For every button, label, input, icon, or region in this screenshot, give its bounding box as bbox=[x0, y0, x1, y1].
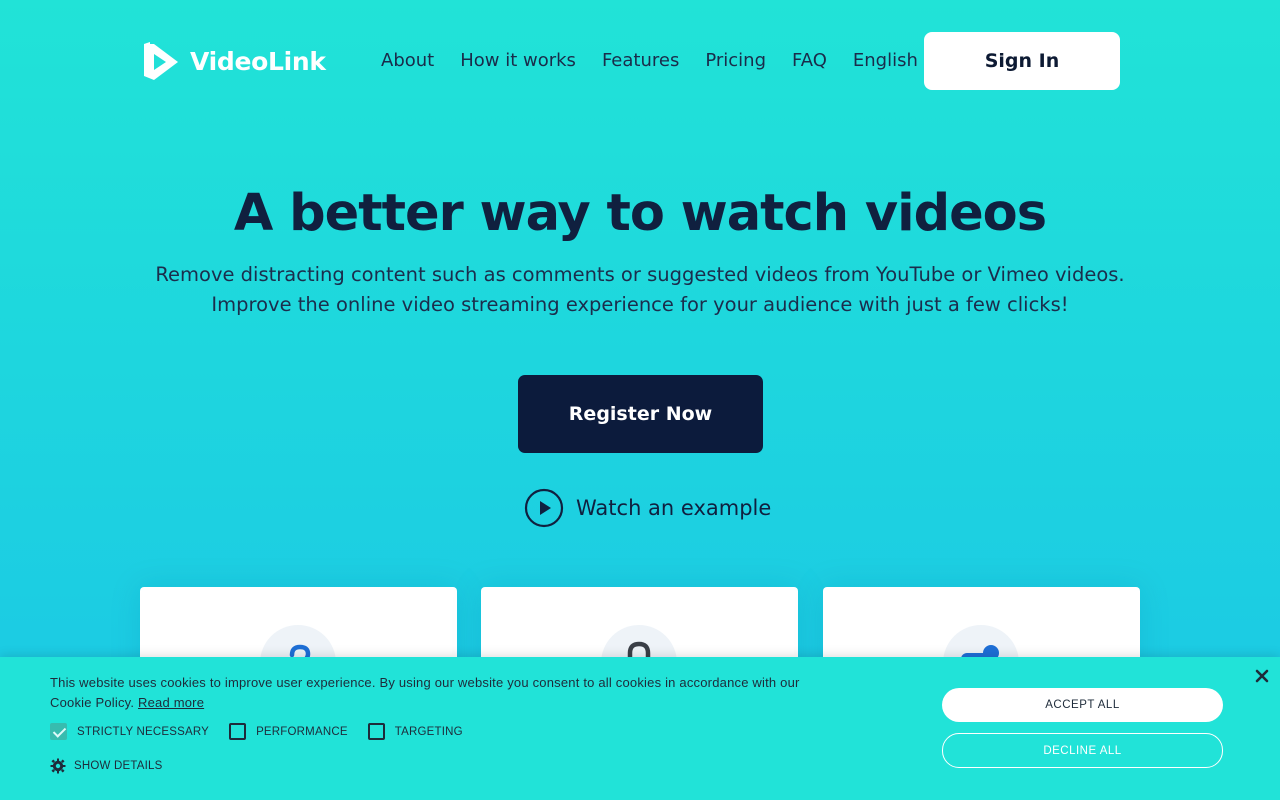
nav-features[interactable]: Features bbox=[602, 50, 679, 71]
option-label: TARGETING bbox=[394, 725, 463, 738]
option-strictly-necessary[interactable]: STRICTLY NECESSARY bbox=[50, 723, 209, 740]
sign-in-button[interactable]: Sign In bbox=[924, 32, 1120, 90]
watch-example-label: Watch an example bbox=[576, 496, 772, 520]
cookie-banner: This website uses cookies to improve use… bbox=[0, 657, 1280, 800]
watch-example-link[interactable]: Watch an example bbox=[524, 488, 771, 528]
option-targeting[interactable]: TARGETING bbox=[367, 723, 463, 740]
hero-subtitle: Remove distracting content such as comme… bbox=[155, 263, 1125, 316]
play-circle-icon bbox=[524, 488, 564, 528]
show-details-link[interactable]: SHOW DETAILS bbox=[50, 758, 162, 774]
nav-about[interactable]: About bbox=[381, 50, 434, 71]
accept-all-button[interactable]: ACCEPT ALL bbox=[942, 688, 1223, 722]
option-label: PERFORMANCE bbox=[256, 725, 348, 738]
main-nav: About How it works Features Pricing FAQ … bbox=[381, 50, 938, 71]
cookie-message: This website uses cookies to improve use… bbox=[50, 673, 810, 713]
decline-all-button[interactable]: DECLINE ALL bbox=[942, 733, 1223, 768]
read-more-link[interactable]: Read more bbox=[138, 695, 204, 710]
play-logo-icon bbox=[144, 42, 178, 80]
option-performance[interactable]: PERFORMANCE bbox=[229, 723, 348, 740]
option-label: STRICTLY NECESSARY bbox=[77, 725, 210, 738]
site-header: VideoLink About How it works Features Pr… bbox=[0, 0, 1280, 124]
nav-pricing[interactable]: Pricing bbox=[705, 50, 766, 71]
nav-faq[interactable]: FAQ bbox=[792, 50, 827, 71]
checkbox[interactable] bbox=[367, 723, 385, 740]
brand-logo[interactable]: VideoLink bbox=[140, 42, 326, 80]
brand-name: VideoLink bbox=[190, 46, 326, 76]
gear-icon bbox=[50, 758, 66, 774]
checkbox[interactable] bbox=[229, 723, 247, 740]
language-label: English bbox=[852, 50, 918, 71]
show-details-label: SHOW DETAILS bbox=[74, 760, 163, 772]
close-icon[interactable] bbox=[1254, 668, 1270, 684]
hero-title: A better way to watch videos bbox=[233, 184, 1047, 243]
nav-how-it-works[interactable]: How it works bbox=[460, 50, 576, 71]
cookie-options: STRICTLY NECESSARY PERFORMANCE TARGETING bbox=[50, 723, 463, 740]
register-now-button[interactable]: Register Now bbox=[518, 375, 763, 453]
checkbox-checked[interactable] bbox=[50, 723, 67, 740]
